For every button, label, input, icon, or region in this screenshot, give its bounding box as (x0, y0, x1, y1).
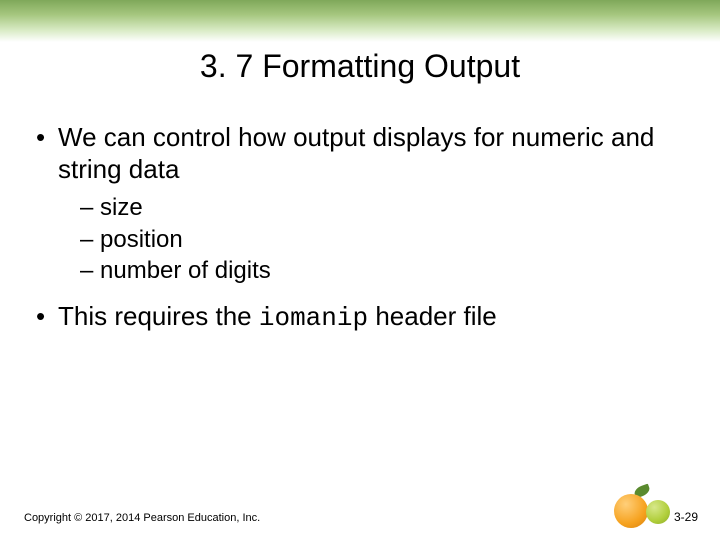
bullet-text-prefix: This requires the (58, 301, 259, 331)
sub-bullet-text: number of digits (100, 257, 271, 284)
copyright-text: Copyright © 2017, 2014 Pearson Education… (24, 512, 260, 524)
code-literal: iomanip (259, 303, 368, 333)
bullet-text: We can control how output displays for n… (58, 122, 690, 185)
bullet-text: This requires the iomanip header file (58, 301, 690, 335)
sub-bullet-text: size (100, 194, 143, 221)
bullet-marker: • (30, 122, 58, 185)
decorative-fruit-icon (614, 488, 670, 528)
sub-bullet-item: – number of digits (80, 256, 690, 285)
slide-title: 3. 7 Formatting Output (0, 48, 720, 85)
slide: 3. 7 Formatting Output • We can control … (0, 0, 720, 540)
sub-bullet-item: – position (80, 225, 690, 254)
slide-content: • We can control how output displays for… (30, 122, 690, 343)
bullet-marker: • (30, 301, 58, 335)
sub-bullet-text: position (100, 226, 183, 253)
bullet-item: • This requires the iomanip header file (30, 301, 690, 335)
sub-bullet-item: – size (80, 193, 690, 222)
bullet-item: • We can control how output displays for… (30, 122, 690, 185)
page-number: 3-29 (674, 510, 698, 524)
sub-bullet-list: – size – position – number of digits (80, 193, 690, 285)
bullet-text-suffix: header file (368, 301, 497, 331)
